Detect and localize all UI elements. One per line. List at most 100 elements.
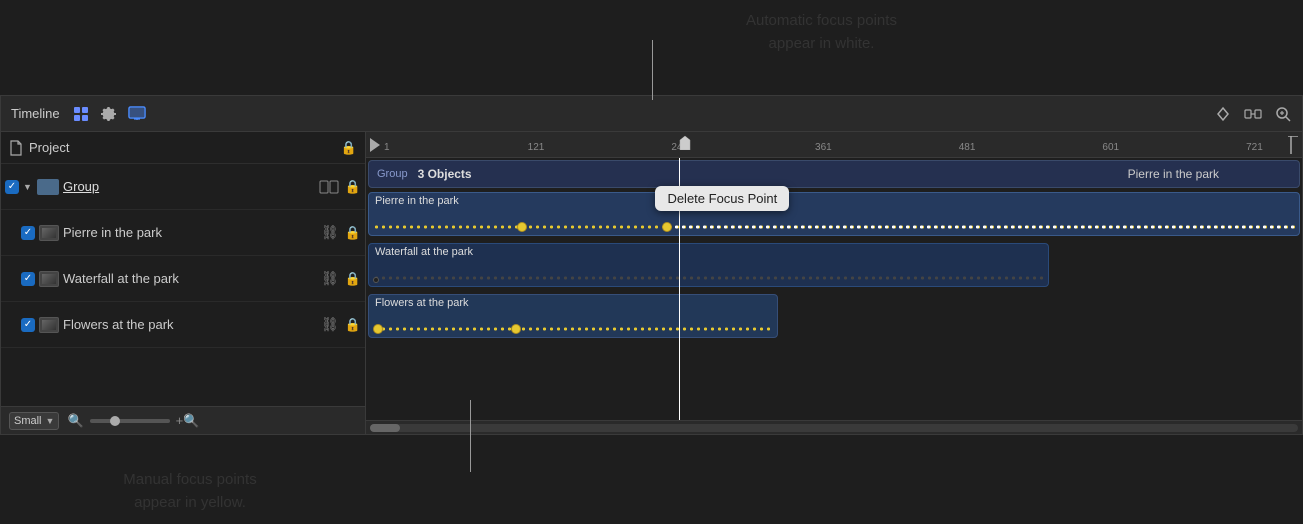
lock-icon-pierre: 🔒 xyxy=(345,225,361,241)
header-icons xyxy=(72,105,146,123)
ruler-tick-481: 481 xyxy=(959,142,976,153)
ruler-tick-721: 721 xyxy=(1246,142,1263,153)
lock-icon-waterfall: 🔒 xyxy=(345,271,361,287)
link-icon-flowers: ⛓ xyxy=(321,316,339,333)
ruler-tick-121: 121 xyxy=(528,142,545,153)
flowers-track-row: Flowers at the park xyxy=(366,292,1302,342)
ruler-tick-1: 1 xyxy=(384,142,390,153)
annotation-top-line2: appear in white. xyxy=(340,33,1303,56)
sidebar-pierre-row[interactable]: Pierre in the park ⛓ 🔒 xyxy=(1,210,365,256)
pierre-track-row: Pierre in the park xyxy=(366,190,1302,240)
link-icon-pierre: ⛓ xyxy=(321,224,339,241)
lock-icon-group: 🔒 xyxy=(345,179,361,195)
zoom-out-icon[interactable]: 🔍 xyxy=(67,413,83,429)
zoom-in-icon[interactable]: +🔍 xyxy=(176,413,200,429)
sidebar-flowers-left: Flowers at the park xyxy=(21,317,317,333)
group-row-icons: 🔒 xyxy=(319,179,361,195)
sidebar-group-row-left: ▼ Group xyxy=(5,179,315,195)
sidebar-pierre-left: Pierre in the park xyxy=(21,225,317,241)
ruler-marks: 1 121 241 361 481 601 721 xyxy=(384,132,1282,157)
waterfall-clip[interactable]: Waterfall at the park xyxy=(368,243,1049,287)
sidebar: Project 🔒 ▼ Group xyxy=(1,132,366,434)
ruler-tick-601: 601 xyxy=(1102,142,1119,153)
delete-popup-label: Delete Focus Point xyxy=(667,191,777,206)
sidebar-flowers-row[interactable]: Flowers at the park ⛓ 🔒 xyxy=(1,302,365,348)
sidebar-spacer xyxy=(1,348,365,406)
link-icon-waterfall: ⛓ xyxy=(321,270,339,287)
group-bar: Group 3 Objects Pierre in the park xyxy=(368,160,1300,188)
annotation-top-line1: Automatic focus points xyxy=(340,10,1303,33)
pierre-checkbox[interactable] xyxy=(21,226,35,240)
group-bar-name: Pierre in the park xyxy=(1128,167,1219,181)
group-bar-count: 3 Objects xyxy=(418,167,472,181)
focus-dot-flowers-2[interactable] xyxy=(511,324,521,334)
pierre-dots xyxy=(373,224,1295,230)
group-checkbox[interactable] xyxy=(5,180,19,194)
size-label: Small xyxy=(14,415,42,427)
group-label: Group xyxy=(63,179,99,194)
pierre-label: Pierre in the park xyxy=(63,225,162,240)
document-icon xyxy=(9,140,23,156)
annotation-bottom: Manual focus points appear in yellow. xyxy=(0,469,380,514)
app-container: Timeline xyxy=(0,95,1303,435)
focus-dot-flowers-1[interactable] xyxy=(373,324,383,334)
project-label: Project xyxy=(29,140,69,155)
flowers-checkbox[interactable] xyxy=(21,318,35,332)
pierre-row-icons: ⛓ 🔒 xyxy=(321,224,361,241)
sidebar-bottom-bar: Small ▼ 🔍 +🔍 xyxy=(1,406,365,434)
lock-icon-flowers: 🔒 xyxy=(345,317,361,333)
group-bar-label: Group xyxy=(377,168,408,180)
sidebar-group-row[interactable]: ▼ Group 🔒 xyxy=(1,164,365,210)
mosaic-icon[interactable] xyxy=(72,105,90,123)
waterfall-checkbox[interactable] xyxy=(21,272,35,286)
project-row-icons: 🔒 xyxy=(341,140,357,156)
flowers-row-icons: ⛓ 🔒 xyxy=(321,316,361,333)
annotation-top: Automatic focus points appear in white. xyxy=(340,10,1303,55)
focus-dot-waterfall-start xyxy=(373,277,379,283)
split-icon[interactable] xyxy=(1244,105,1262,123)
diamond-icon[interactable] xyxy=(1214,105,1232,123)
annotation-bottom-line2: appear in yellow. xyxy=(0,492,380,515)
timeline-area: 1 121 241 361 481 601 721 xyxy=(366,132,1302,434)
disclosure-triangle[interactable]: ▼ xyxy=(23,182,33,192)
group-bar-row: Group 3 Objects Pierre in the park xyxy=(366,160,1302,188)
waterfall-clip-label: Waterfall at the park xyxy=(375,246,473,258)
zoom-slider[interactable] xyxy=(90,419,170,423)
flowers-icon xyxy=(39,317,59,333)
timeline-header-left: Timeline xyxy=(11,105,146,123)
scrollbar-thumb[interactable] xyxy=(370,424,400,432)
play-button[interactable] xyxy=(370,138,382,152)
scrollbar-area xyxy=(366,420,1302,434)
pierre-icon xyxy=(39,225,59,241)
waterfall-icon xyxy=(39,271,59,287)
waterfall-row-icons: ⛓ 🔒 xyxy=(321,270,361,287)
flowers-clip[interactable]: Flowers at the park xyxy=(368,294,778,338)
monitor-icon[interactable] xyxy=(128,105,146,123)
sidebar-waterfall-left: Waterfall at the park xyxy=(21,271,317,287)
ruler: 1 121 241 361 481 601 721 xyxy=(366,132,1302,158)
annotation-line-top xyxy=(652,40,653,100)
focus-dot-pierre-2[interactable] xyxy=(662,222,672,232)
sidebar-project-left: Project xyxy=(9,140,69,156)
waterfall-dots xyxy=(373,275,1044,281)
chevron-down-icon: ▼ xyxy=(46,416,55,426)
size-select[interactable]: Small ▼ xyxy=(9,412,59,430)
waterfall-track-row: Waterfall at the park xyxy=(366,241,1302,291)
pierre-clip-label: Pierre in the park xyxy=(375,195,459,207)
pierre-clip[interactable]: Pierre in the park xyxy=(368,192,1300,236)
flowers-label: Flowers at the park xyxy=(63,317,174,332)
focus-dot-pierre-1[interactable] xyxy=(517,222,527,232)
sidebar-project-row: Project 🔒 xyxy=(1,132,365,164)
end-marker xyxy=(1284,136,1298,159)
gear-icon[interactable] xyxy=(100,105,118,123)
zoom-icon[interactable] xyxy=(1274,105,1292,123)
scrollbar-track[interactable] xyxy=(370,424,1298,432)
timeline-title: Timeline xyxy=(11,106,60,121)
zoom-controls: 🔍 +🔍 xyxy=(67,413,199,429)
focus-point-marker[interactable] xyxy=(679,134,691,150)
sidebar-waterfall-row[interactable]: Waterfall at the park ⛓ 🔒 xyxy=(1,256,365,302)
zoom-slider-thumb xyxy=(110,416,120,426)
ruler-tick-361: 361 xyxy=(815,142,832,153)
delete-focus-point-popup[interactable]: Delete Focus Point xyxy=(655,186,789,211)
lock-icon-project: 🔒 xyxy=(341,140,357,156)
